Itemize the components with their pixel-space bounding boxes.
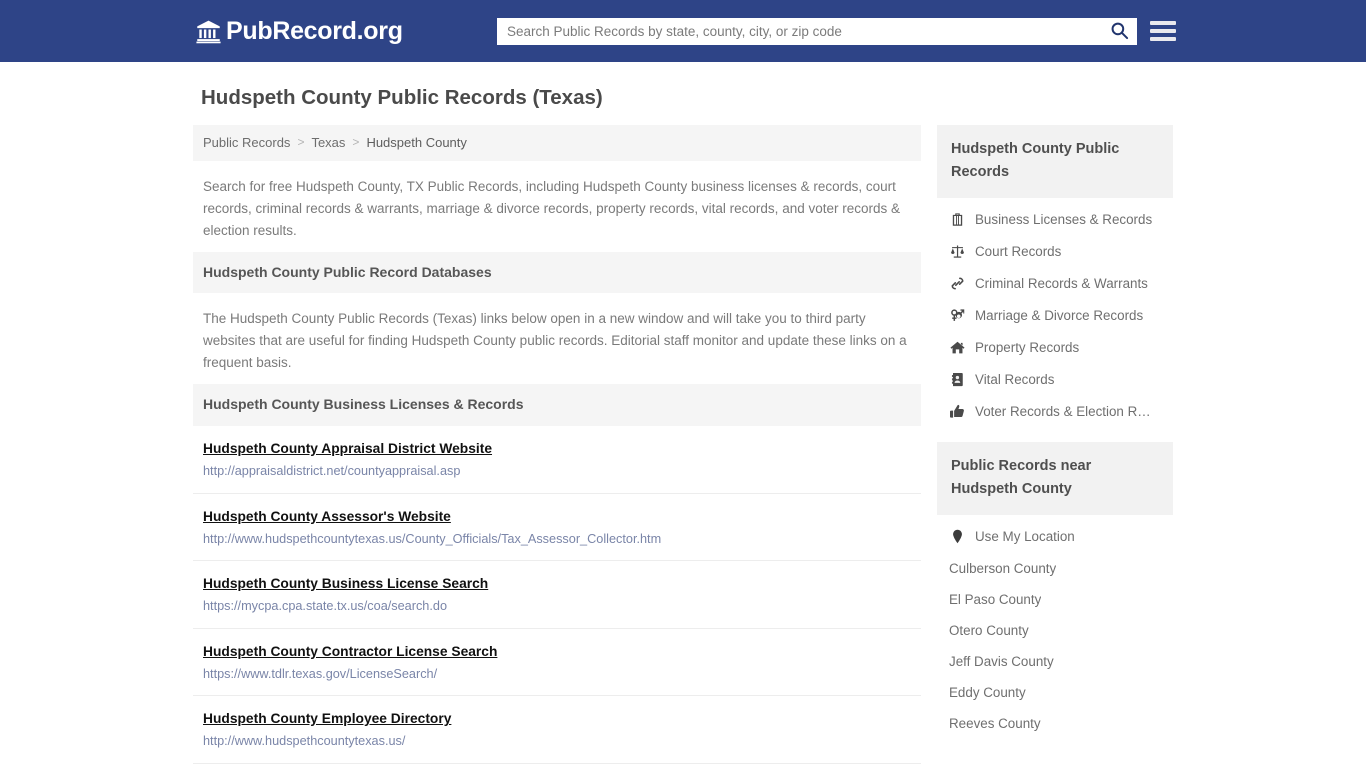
home-icon: [949, 340, 965, 356]
sidebar-record-item-label: Marriage & Divorce Records: [975, 308, 1144, 324]
record-link-row: Hudspeth County Employee Directory http:/…: [193, 696, 921, 764]
thumbs-up-icon: [949, 404, 965, 420]
site-logo-text: PubRecord.org: [226, 16, 403, 45]
see-all-row: See all Hudspeth County Business License…: [193, 764, 921, 768]
sidebar-nearby-item-5[interactable]: Jeff Davis County: [937, 646, 1173, 677]
sidebar-card-records: Hudspeth County Public Records Business …: [937, 124, 1173, 428]
record-link-url[interactable]: http://appraisaldistrict.net/countyappra…: [203, 464, 911, 479]
sidebar-nearby-item-label: Culberson County: [949, 560, 1057, 576]
section-heading-business-licenses: Hudspeth County Business Licenses & Reco…: [193, 384, 921, 427]
sidebar-record-item-7[interactable]: Voter Records & Election R…: [937, 396, 1173, 428]
sidebar-nearby-item-7[interactable]: Reeves County: [937, 708, 1173, 739]
sidebar-record-item-label: Voter Records & Election R…: [975, 404, 1151, 420]
sidebar-record-item-label: Business Licenses & Records: [975, 212, 1153, 228]
sidebar-nearby-item-1[interactable]: Use My Location: [937, 521, 1173, 553]
briefcase-icon: [949, 212, 965, 228]
sidebar-nearby-item-label: Use My Location: [975, 529, 1075, 545]
breadcrumb-item-2[interactable]: Texas: [311, 135, 345, 150]
sidebar-record-item-4[interactable]: Marriage & Divorce Records: [937, 300, 1173, 332]
record-link-title[interactable]: Hudspeth County Contractor License Searc…: [203, 643, 497, 660]
breadcrumb: Public Records > Texas > Hudspeth County: [193, 124, 921, 161]
search-submit-button[interactable]: [1101, 18, 1137, 45]
record-link-title[interactable]: Hudspeth County Business License Search: [203, 575, 488, 592]
sidebar-heading-records: Hudspeth County Public Records: [937, 124, 1173, 198]
sidebar-card-nearby: Public Records near Hudspeth County Use …: [937, 441, 1173, 739]
record-link-url[interactable]: https://mycpa.cpa.state.tx.us/coa/search…: [203, 599, 911, 614]
content-container: Hudspeth County Public Records (Texas) P…: [193, 62, 1173, 768]
sidebar-nearby-list: Use My Location Culberson County El Paso C…: [937, 515, 1173, 739]
record-link-row: Hudspeth County Appraisal District Websi…: [193, 426, 921, 494]
record-link-row: Hudspeth County Business License Search h…: [193, 561, 921, 629]
record-link-title[interactable]: Hudspeth County Employee Directory: [203, 710, 451, 727]
sidebar-nearby-item-2[interactable]: Culberson County: [937, 553, 1173, 584]
address-book-icon: [949, 372, 965, 388]
sidebar-record-item-label: Vital Records: [975, 372, 1055, 388]
site-logo-link[interactable]: PubRecord.org: [196, 16, 403, 45]
sidebar-record-item-2[interactable]: Court Records: [937, 236, 1173, 268]
scales-of-justice-icon: [949, 244, 965, 260]
record-link-url[interactable]: https://www.tdlr.texas.gov/LicenseSearch…: [203, 667, 911, 682]
sidebar-nearby-item-3[interactable]: El Paso County: [937, 584, 1173, 615]
sidebar-nearby-item-label: Reeves County: [949, 715, 1041, 731]
record-link-row: Hudspeth County Contractor License Searc…: [193, 629, 921, 697]
search-icon: [1110, 21, 1129, 43]
sidebar-record-item-1[interactable]: Business Licenses & Records: [937, 204, 1173, 236]
sidebar-record-item-label: Property Records: [975, 340, 1080, 356]
sidebar-nearby-item-4[interactable]: Otero County: [937, 615, 1173, 646]
map-pin-icon: [949, 529, 965, 545]
sidebar-record-item-label: Criminal Records & Warrants: [975, 276, 1148, 292]
page-title: Hudspeth County Public Records (Texas): [201, 86, 603, 109]
databases-paragraph: The Hudspeth County Public Records (Texa…: [203, 311, 907, 371]
business-links-list: Hudspeth County Appraisal District Websi…: [193, 426, 921, 764]
record-link-url[interactable]: http://www.hudspethcountytexas.us/: [203, 734, 911, 749]
sidebar-record-item-5[interactable]: Property Records: [937, 332, 1173, 364]
breadcrumb-item-3: Hudspeth County: [366, 134, 467, 150]
sidebar-record-item-6[interactable]: Vital Records: [937, 364, 1173, 396]
intro-paragraph: Search for free Hudspeth County, TX Publ…: [203, 178, 900, 238]
record-link-row: Hudspeth County Assessor's Website http:/…: [193, 494, 921, 562]
record-link-title[interactable]: Hudspeth County Appraisal District Websi…: [203, 440, 492, 457]
search-input[interactable]: [497, 19, 1101, 44]
sidebar-nearby-item-label: Jeff Davis County: [949, 653, 1054, 669]
section-heading-databases: Hudspeth County Public Record Databases: [193, 251, 921, 294]
record-link-title[interactable]: Hudspeth County Assessor's Website: [203, 508, 451, 525]
breadcrumb-item-1[interactable]: Public Records: [203, 135, 290, 150]
two-column-layout: Public Records > Texas > Hudspeth County Sea…: [193, 124, 1173, 768]
hamburger-bar: [1150, 29, 1176, 33]
hamburger-bar: [1150, 37, 1176, 41]
sidebar-record-item-label: Court Records: [975, 244, 1062, 260]
page-body: Hudspeth County Public Records (Texas) P…: [0, 62, 1366, 768]
breadcrumb-separator: >: [352, 135, 360, 150]
handcuffs-icon: [949, 276, 965, 292]
sidebar-records-list: Business Licenses & Records Court Records…: [937, 198, 1173, 428]
hamburger-menu-icon[interactable]: [1150, 18, 1176, 44]
sidebar-nearby-item-label: Eddy County: [949, 684, 1026, 700]
sidebar-record-item-3[interactable]: Criminal Records & Warrants: [937, 268, 1173, 300]
main-column: Public Records > Texas > Hudspeth County Sea…: [193, 124, 921, 768]
sidebar-nearby-item-label: El Paso County: [949, 591, 1042, 607]
sidebar: Hudspeth County Public Records Business …: [937, 124, 1173, 753]
breadcrumb-separator: >: [297, 135, 305, 150]
venus-mars-icon: [949, 308, 965, 324]
sidebar-nearby-item-label: Otero County: [949, 622, 1029, 638]
hamburger-bar: [1150, 21, 1176, 25]
sidebar-heading-nearby: Public Records near Hudspeth County: [937, 441, 1173, 515]
search-bar: [497, 18, 1137, 45]
record-link-url[interactable]: http://www.hudspethcountytexas.us/County…: [203, 532, 911, 547]
site-header: PubRecord.org: [0, 0, 1366, 62]
sidebar-nearby-item-6[interactable]: Eddy County: [937, 677, 1173, 708]
bank-icon: [196, 19, 221, 44]
